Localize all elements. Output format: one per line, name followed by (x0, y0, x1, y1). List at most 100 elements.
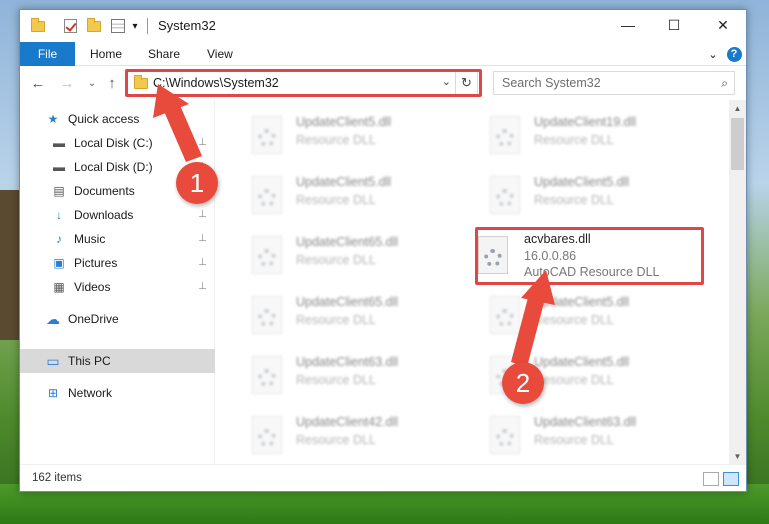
help-icon: ? (726, 46, 742, 62)
nav-item-videos[interactable]: ▦ Videos ⊥ (20, 275, 215, 299)
file-type: Resource DLL (296, 253, 376, 267)
address-bar[interactable]: C:\Windows\System32 ⌄ ↻ (126, 71, 478, 95)
tab-file[interactable]: File (20, 42, 75, 66)
star-icon: ★ (47, 112, 59, 126)
nav-item-music[interactable]: ♪ Music ⊥ (20, 227, 215, 251)
title-separator (147, 18, 148, 34)
drive-icon: ▬ (53, 160, 65, 174)
file-name: UpdateClient5.dll (534, 355, 630, 369)
file-tile[interactable]: UpdateClient5.dll Resource DLL (226, 110, 451, 160)
title-bar: ▾ System32 — ☐ ✕ (20, 10, 746, 42)
scroll-up-icon[interactable]: ▲ (729, 100, 746, 117)
properties-check-icon[interactable] (61, 17, 79, 35)
expand-ribbon-icon[interactable]: ⌄ (706, 46, 720, 62)
pin-icon: ⊥ (198, 137, 207, 148)
forward-button[interactable]: → (58, 74, 76, 92)
nav-item-label: Local Disk (C:) (74, 136, 153, 150)
file-tile[interactable]: UpdateClient19.dll Resource DLL (464, 110, 689, 160)
folder-icon (134, 75, 148, 92)
nav-item-quick-access[interactable]: ★ Quick access (20, 107, 215, 131)
nav-item-label: Videos (74, 280, 111, 294)
nav-item-label: OneDrive (68, 312, 119, 326)
tab-home[interactable]: Home (90, 42, 122, 66)
pin-icon: ⊥ (198, 257, 207, 268)
drive-icon: ▬ (53, 136, 65, 150)
up-button[interactable]: ↑ (103, 74, 121, 92)
file-type: Resource DLL (534, 433, 614, 447)
window-title: System32 (158, 18, 216, 33)
file-tile[interactable]: UpdateClient42.dll Resource DLL (226, 410, 451, 460)
nav-item-label: Downloads (74, 208, 134, 222)
pin-icon: ⊥ (198, 209, 207, 220)
status-bar: 162 items (20, 464, 746, 491)
file-type: Resource DLL (534, 373, 614, 387)
search-input[interactable]: Search System32 ⌕ (493, 71, 735, 95)
dll-file-icon (252, 416, 282, 454)
help-button[interactable]: ? (726, 46, 742, 62)
step-2-callout: 2 (502, 362, 544, 404)
file-tile[interactable]: UpdateClient5.dll Resource DLL (464, 170, 689, 220)
navigation-pane: ★ Quick access ▬ Local Disk (C:) ⊥ ▬ Loc… (20, 100, 215, 465)
nav-item-downloads[interactable]: ↓ Downloads ⊥ (20, 203, 215, 227)
nav-item-label: Pictures (74, 256, 118, 270)
file-tile[interactable]: UpdateClient63.dll Resource DLL (226, 350, 451, 400)
close-button[interactable]: ✕ (700, 10, 746, 40)
file-explorer-window: ▾ System32 — ☐ ✕ File Home Share View ⌄ … (19, 9, 747, 492)
details-view-icon[interactable] (703, 472, 719, 486)
maximize-button[interactable]: ☐ (651, 10, 697, 40)
refresh-button[interactable]: ↻ (455, 72, 477, 94)
dll-file-icon (490, 176, 520, 214)
download-icon: ↓ (56, 208, 62, 222)
nav-item-label: Network (68, 386, 113, 400)
file-name: UpdateClient65.dll (296, 295, 399, 309)
nav-item-label: Quick access (68, 112, 140, 126)
properties-icon[interactable] (108, 17, 128, 35)
file-type: Resource DLL (296, 373, 376, 387)
search-icon: ⌕ (721, 76, 728, 90)
file-tile[interactable]: UpdateClient65.dll Resource DLL (226, 230, 451, 280)
file-tile[interactable]: UpdateClient5.dll Resource DLL (464, 350, 689, 400)
music-icon: ♪ (56, 232, 62, 246)
nav-item-local-disk-c[interactable]: ▬ Local Disk (C:) ⊥ (20, 131, 215, 155)
file-name: UpdateClient63.dll (534, 415, 637, 429)
file-name: UpdateClient19.dll (534, 115, 637, 129)
nav-item-label: Music (74, 232, 106, 246)
nav-item-onedrive[interactable]: ☁ OneDrive (20, 307, 215, 331)
dll-file-icon (490, 116, 520, 154)
file-tile[interactable]: UpdateClient63.dll Resource DLL (464, 410, 689, 460)
dll-file-icon (252, 296, 282, 334)
vertical-scrollbar[interactable]: ▲ ▼ (729, 100, 746, 465)
dll-file-icon (252, 116, 282, 154)
new-folder-icon[interactable] (85, 17, 103, 35)
videos-icon: ▦ (53, 280, 65, 294)
file-highlight-box (475, 227, 704, 285)
nav-item-label: Local Disk (D:) (74, 160, 153, 174)
address-dropdown-icon[interactable]: ⌄ (442, 75, 451, 88)
file-name: UpdateClient65.dll (296, 235, 399, 249)
recent-locations-button[interactable]: ⌄ (83, 74, 101, 92)
scroll-down-icon[interactable]: ▼ (729, 448, 746, 465)
document-icon: ▤ (53, 184, 65, 198)
step-1-callout: 1 (176, 162, 218, 204)
tab-view[interactable]: View (207, 42, 233, 66)
file-tile[interactable]: UpdateClient5.dll Resource DLL (226, 170, 451, 220)
customize-toolbar-icon[interactable]: ▾ (129, 17, 141, 35)
address-path[interactable]: C:\Windows\System32 (153, 76, 279, 90)
nav-item-pictures[interactable]: ▣ Pictures ⊥ (20, 251, 215, 275)
back-button[interactable]: ← (29, 74, 47, 92)
search-placeholder: Search System32 (502, 76, 601, 90)
cloud-icon: ☁ (46, 310, 60, 327)
dll-file-icon (252, 176, 282, 214)
scrollbar-thumb[interactable] (731, 118, 744, 170)
nav-item-network[interactable]: ⊞ Network (20, 381, 215, 405)
nav-item-label: This PC (68, 354, 111, 368)
file-name: UpdateClient63.dll (296, 355, 399, 369)
tab-share[interactable]: Share (148, 42, 180, 66)
file-type: Resource DLL (534, 133, 614, 147)
file-type: Resource DLL (296, 193, 376, 207)
file-tile[interactable]: UpdateClient65.dll Resource DLL (226, 290, 451, 340)
minimize-button[interactable]: — (605, 10, 651, 40)
tiles-view-icon[interactable] (723, 472, 739, 486)
nav-item-this-pc[interactable]: ▭ This PC (20, 349, 215, 373)
file-tile[interactable]: UpdateClient5.dll Resource DLL (464, 290, 689, 340)
